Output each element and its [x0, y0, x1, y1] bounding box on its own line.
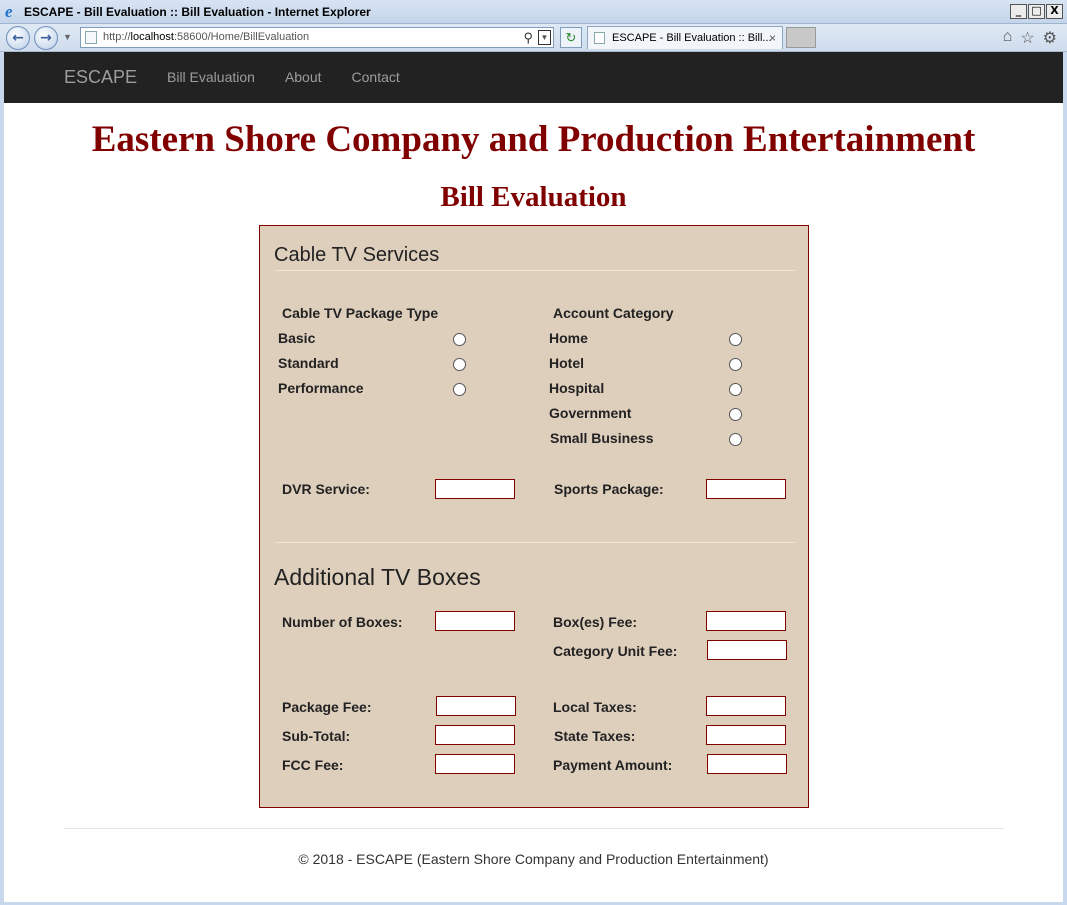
browser-icons: ⌂ ☆ ⚙	[1003, 28, 1057, 48]
account-radio-government[interactable]	[729, 408, 742, 421]
sports-package-input[interactable]	[706, 479, 786, 499]
box-fee-input[interactable]	[706, 611, 786, 631]
number-of-boxes-label: Number of Boxes:	[282, 614, 403, 630]
address-bar[interactable]: http://localhost:58600/Home/BillEvaluati…	[80, 27, 554, 48]
window-frame-right	[1063, 52, 1067, 905]
refresh-icon[interactable]: ↻	[560, 27, 582, 48]
dvr-service-input[interactable]	[435, 479, 515, 499]
category-unit-fee-label: Category Unit Fee:	[553, 643, 678, 659]
home-icon[interactable]: ⌂	[1003, 28, 1013, 48]
package-fee-input[interactable]	[436, 696, 516, 716]
footer-divider	[64, 828, 1004, 829]
tab-title: ESCAPE - Bill Evaluation :: Bill...	[612, 32, 772, 44]
package-fee-label: Package Fee:	[282, 699, 372, 715]
account-label-home: Home	[549, 330, 588, 346]
back-icon[interactable]: ←	[6, 26, 30, 50]
account-radio-hospital[interactable]	[729, 383, 742, 396]
footer-text: © 2018 - ESCAPE (Eastern Shore Company a…	[298, 851, 769, 867]
nav-links: Bill Evaluation About Contact	[167, 69, 430, 85]
maximize-button[interactable]: □	[1028, 4, 1045, 19]
boxes-section-title: Additional TV Boxes	[274, 564, 481, 590]
account-category-heading: Account Category	[553, 305, 674, 321]
category-unit-fee-input[interactable]	[707, 640, 787, 660]
section-divider	[275, 542, 795, 543]
package-label-basic: Basic	[278, 330, 316, 346]
window-controls: _ □ X	[1010, 4, 1063, 19]
subtotal-input[interactable]	[435, 725, 515, 745]
cable-section-title: Cable TV Services	[274, 244, 440, 266]
account-label-hospital: Hospital	[549, 380, 605, 396]
fcc-fee-label: FCC Fee:	[282, 757, 344, 773]
new-tab-button[interactable]	[786, 27, 816, 48]
search-icon[interactable]: ⚲	[523, 28, 533, 47]
local-taxes-label: Local Taxes:	[553, 699, 637, 715]
url-host: localhost	[130, 31, 174, 43]
window-frame-left	[0, 52, 4, 905]
dvr-service-label: DVR Service:	[282, 481, 370, 497]
nav-link-about[interactable]: About	[285, 69, 322, 85]
history-dropdown-icon[interactable]: ▼	[63, 32, 72, 42]
local-taxes-input[interactable]	[706, 696, 786, 716]
package-type-heading: Cable TV Package Type	[282, 305, 439, 321]
tab-close-icon[interactable]: ×	[769, 27, 776, 49]
nav-link-bill-evaluation[interactable]: Bill Evaluation	[167, 69, 255, 85]
sports-package-label: Sports Package:	[554, 481, 664, 497]
number-of-boxes-input[interactable]	[435, 611, 515, 631]
account-label-small-business: Small Business	[550, 430, 654, 446]
page-icon	[85, 31, 97, 44]
window-title: ESCAPE - Bill Evaluation :: Bill Evaluat…	[24, 5, 371, 19]
window-titlebar: e ESCAPE - Bill Evaluation :: Bill Evalu…	[0, 0, 1067, 24]
page-title: Bill Evaluation	[440, 181, 627, 213]
url-path: :58600/Home/BillEvaluation	[173, 31, 310, 43]
state-taxes-input[interactable]	[706, 725, 786, 745]
company-heading: Eastern Shore Company and Production Ent…	[91, 119, 976, 160]
url-prefix: http://	[103, 31, 131, 43]
state-taxes-label: State Taxes:	[554, 728, 636, 744]
close-window-button[interactable]: X	[1046, 4, 1063, 19]
box-fee-label: Box(es) Fee:	[553, 614, 638, 630]
address-dropdown-icon[interactable]: ▼	[538, 30, 551, 45]
settings-gear-icon[interactable]: ⚙	[1043, 28, 1057, 48]
bill-evaluation-form: Cable TV Services Cable TV Package Type …	[259, 225, 809, 808]
browser-tab[interactable]: ESCAPE - Bill Evaluation :: Bill... ×	[587, 26, 783, 49]
site-navbar: ESCAPE Bill Evaluation About Contact	[4, 52, 1063, 103]
account-label-hotel: Hotel	[549, 355, 584, 371]
payment-amount-input[interactable]	[707, 754, 787, 774]
brand-link[interactable]: ESCAPE	[64, 67, 137, 88]
account-radio-hotel[interactable]	[729, 358, 742, 371]
section-divider	[275, 270, 795, 271]
account-radio-small-business[interactable]	[729, 433, 742, 446]
account-radio-home[interactable]	[729, 333, 742, 346]
forward-icon[interactable]: →	[34, 26, 58, 50]
browser-toolbar: ← → ▼ http://localhost:58600/Home/BillEv…	[0, 24, 1067, 52]
minimize-button[interactable]: _	[1010, 4, 1027, 19]
payment-amount-label: Payment Amount:	[553, 757, 673, 773]
package-radio-basic[interactable]	[453, 333, 466, 346]
subtotal-label: Sub-Total:	[282, 728, 351, 744]
nav-link-contact[interactable]: Contact	[352, 69, 400, 85]
package-radio-performance[interactable]	[453, 383, 466, 396]
favorites-star-icon[interactable]: ☆	[1020, 28, 1034, 48]
account-label-government: Government	[549, 405, 632, 421]
package-label-standard: Standard	[278, 355, 339, 371]
package-label-performance: Performance	[278, 380, 364, 396]
package-radio-standard[interactable]	[453, 358, 466, 371]
fcc-fee-input[interactable]	[435, 754, 515, 774]
ie-logo-icon: e	[5, 2, 13, 21]
tab-page-icon	[594, 32, 605, 44]
